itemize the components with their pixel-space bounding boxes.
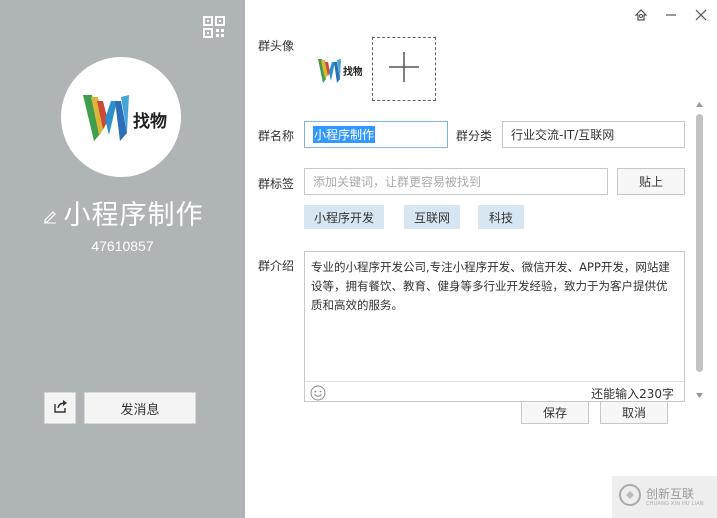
tag-chip-2[interactable]: 互联网 bbox=[404, 205, 460, 229]
tags-placeholder: 添加关键词，让群更容易被找到 bbox=[313, 175, 482, 189]
category-select[interactable]: 行业交流-IT/互联网 bbox=[502, 121, 685, 148]
intro-text: 专业的小程序开发公司,专注小程序开发、微信开发、APP开发，网站建设等，拥有餐饮… bbox=[311, 260, 670, 312]
skin-icon[interactable] bbox=[632, 6, 650, 24]
send-message-button[interactable]: 发消息 bbox=[84, 392, 196, 424]
name-label: 群名称 bbox=[258, 129, 295, 143]
watermark: 创新互联 CHUANG XIN HU LIAN bbox=[612, 476, 717, 518]
paste-button[interactable]: 贴上 bbox=[617, 168, 685, 195]
scrollbar-thumb[interactable] bbox=[696, 114, 703, 372]
avatar-label: 群头像 bbox=[258, 39, 295, 53]
category-label: 群分类 bbox=[456, 129, 493, 143]
tags-input[interactable]: 添加关键词，让群更容易被找到 bbox=[304, 168, 608, 195]
share-icon bbox=[52, 398, 68, 418]
current-avatar-thumb[interactable]: 找物 bbox=[316, 55, 363, 85]
logo-text: 找物 bbox=[133, 111, 167, 132]
intro-divider bbox=[305, 381, 684, 382]
group-name-row: 小程序制作 bbox=[0, 193, 245, 232]
group-name-value: 小程序制作 bbox=[313, 126, 376, 143]
logo-mark bbox=[83, 95, 129, 141]
tag-chip-1[interactable]: 小程序开发 bbox=[304, 205, 384, 229]
intro-label: 群介绍 bbox=[258, 259, 295, 273]
share-button[interactable] bbox=[44, 392, 76, 424]
group-name-input[interactable]: 小程序制作 bbox=[304, 121, 448, 148]
smiley-icon[interactable] bbox=[310, 385, 326, 401]
intro-textarea[interactable]: 专业的小程序开发公司,专注小程序开发、微信开发、APP开发，网站建设等，拥有餐饮… bbox=[304, 251, 685, 402]
group-id: 47610857 bbox=[91, 238, 154, 254]
group-avatar[interactable]: 找物 bbox=[61, 57, 181, 177]
remaining-count: 还能输入230字 bbox=[591, 387, 674, 401]
logo-text-small: 找物 bbox=[343, 65, 362, 78]
watermark-subtext: CHUANG XIN HU LIAN bbox=[646, 501, 704, 507]
minimize-icon[interactable] bbox=[662, 6, 680, 24]
watermark-text: 创新互联 bbox=[646, 487, 695, 501]
tags-label: 群标签 bbox=[258, 177, 295, 191]
category-value: 行业交流-IT/互联网 bbox=[511, 128, 615, 142]
tag-chip-3[interactable]: 科技 bbox=[478, 205, 524, 229]
watermark-logo-icon bbox=[618, 483, 642, 511]
pencil-icon[interactable] bbox=[42, 208, 58, 224]
cancel-button[interactable]: 取消 bbox=[600, 401, 668, 424]
qr-code-icon[interactable] bbox=[203, 16, 225, 38]
close-icon[interactable] bbox=[692, 6, 710, 24]
add-avatar-button[interactable] bbox=[372, 37, 436, 101]
profile-panel: 找物 小程序制作 47610857 发消息 bbox=[0, 0, 245, 518]
group-name: 小程序制作 bbox=[63, 200, 204, 231]
plus-icon bbox=[387, 50, 421, 88]
save-button[interactable]: 保存 bbox=[521, 401, 589, 424]
